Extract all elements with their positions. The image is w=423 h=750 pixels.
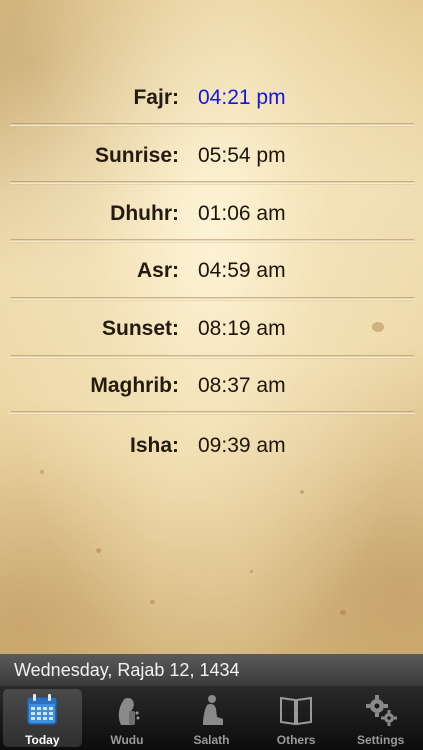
prayer-row-sunrise: Sunrise: 05:54 pm <box>0 136 423 176</box>
gears-icon <box>365 695 397 726</box>
row-divider <box>10 123 415 127</box>
prayer-row-dhuhr: Dhuhr: 01:06 am <box>0 194 423 234</box>
row-divider <box>10 411 415 415</box>
tab-others[interactable]: Others <box>254 686 339 750</box>
prayer-name: Sunset: <box>101 317 179 340</box>
prayer-row-maghrib: Maghrib: 08:37 am <box>0 366 423 406</box>
tab-label: Today <box>25 733 60 747</box>
prayer-name: Sunrise: <box>94 144 179 167</box>
prayer-name: Maghrib: <box>90 374 179 397</box>
prayer-time: 05:54 pm <box>198 144 286 167</box>
wudu-icon <box>118 698 140 725</box>
hijri-date-text: Wednesday, Rajab 12, 1434 <box>14 660 240 680</box>
tab-wudu[interactable]: Wudu <box>85 686 170 750</box>
tab-salath[interactable]: Salath <box>169 686 254 750</box>
tab-label: Salath <box>193 733 230 747</box>
prayer-time: 04:59 am <box>198 259 286 282</box>
prayer-time: 08:37 am <box>198 374 286 397</box>
tab-today[interactable]: Today <box>0 686 85 750</box>
prayer-time: 01:06 am <box>198 202 286 225</box>
row-divider <box>10 239 415 243</box>
date-bar: Wednesday, Rajab 12, 1434 <box>0 654 423 686</box>
prayer-time: 08:19 am <box>198 317 286 340</box>
calendar-icon <box>27 694 58 725</box>
prayer-person-icon <box>203 695 224 725</box>
row-divider <box>10 297 415 301</box>
book-icon <box>280 696 313 726</box>
prayer-row-isha: Isha: 09:39 am <box>0 426 423 466</box>
prayer-name: Asr: <box>136 259 179 282</box>
prayer-name: Fajr: <box>133 86 179 109</box>
prayer-row-fajr: Fajr: 04:21 pm <box>0 78 423 118</box>
tab-bar: Today Wudu Salath Others Settings <box>0 686 423 750</box>
prayer-name: Isha: <box>129 434 179 457</box>
prayer-time: 04:21 pm <box>198 86 286 109</box>
prayer-row-sunset: Sunset: 08:19 am <box>0 309 423 349</box>
prayer-name: Dhuhr: <box>110 202 179 225</box>
tab-label: Wudu <box>110 733 144 747</box>
prayer-row-asr: Asr: 04:59 am <box>0 251 423 291</box>
tab-label: Settings <box>357 733 405 747</box>
row-divider <box>10 181 415 185</box>
row-divider <box>10 355 415 359</box>
tab-settings[interactable]: Settings <box>338 686 423 750</box>
tab-label: Others <box>276 733 316 747</box>
prayer-time: 09:39 am <box>198 434 286 457</box>
